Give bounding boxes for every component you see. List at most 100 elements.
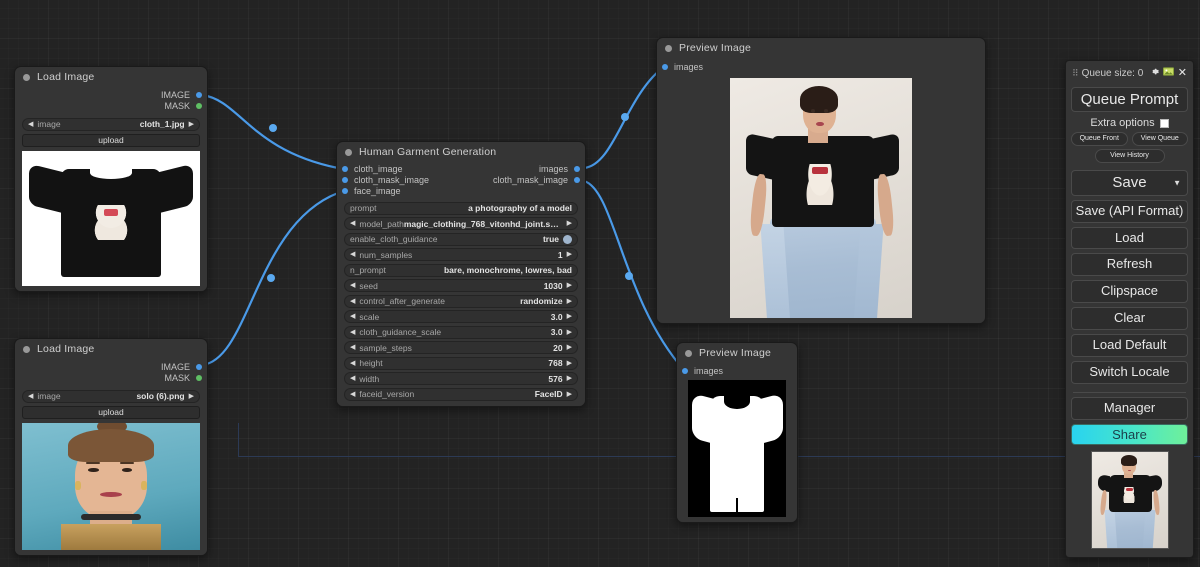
history-row[interactable]: View History — [1071, 149, 1188, 164]
chevron-left-icon[interactable]: ◀ — [350, 282, 355, 289]
chevron-left-icon[interactable]: ◀ — [28, 393, 33, 400]
node-title-bar[interactable]: Human Garment Generation — [337, 142, 585, 162]
slot-dot-icon[interactable] — [574, 177, 580, 183]
chevron-right-icon[interactable]: ▶ — [567, 298, 572, 305]
chevron-left-icon[interactable]: ◀ — [350, 298, 355, 305]
chevron-left-icon[interactable]: ◀ — [350, 344, 355, 351]
model-image-preview[interactable] — [730, 78, 912, 318]
widget-enable-cloth-guidance[interactable]: enable_cloth_guidance true — [344, 232, 578, 246]
chevron-left-icon[interactable]: ◀ — [350, 329, 355, 336]
chevron-left-icon[interactable]: ◀ — [350, 360, 355, 367]
extra-options-row[interactable]: Extra options — [1071, 117, 1188, 129]
slot-dot-icon[interactable] — [342, 166, 348, 172]
input-slot-cloth-image[interactable]: cloth_image — [342, 164, 403, 174]
comfy-menu-panel[interactable]: ⠿ Queue size: 0 ✕ Queue Prompt Extra opt… — [1065, 60, 1194, 559]
output-slot-mask[interactable]: MASK — [164, 373, 202, 383]
slot-dot-icon[interactable] — [342, 188, 348, 194]
output-slot-image[interactable]: IMAGE — [161, 362, 202, 372]
slot-dot-icon[interactable] — [342, 177, 348, 183]
node-title-bar[interactable]: Preview Image — [677, 343, 797, 363]
output-slot-mask[interactable]: MASK — [164, 101, 202, 111]
widget-model-path[interactable]: ◀ model_path magic_clothing_768_vitonhd_… — [344, 217, 578, 230]
chevron-right-icon[interactable]: ▶ — [567, 391, 572, 398]
chevron-right-icon[interactable]: ▶ — [567, 313, 572, 320]
image-icon[interactable] — [1162, 67, 1174, 79]
chevron-left-icon[interactable]: ◀ — [350, 251, 355, 258]
chevron-left-icon[interactable]: ◀ — [350, 220, 355, 227]
widget-scale[interactable]: ◀ scale 3.0 ▶ — [344, 310, 578, 323]
widget-width[interactable]: ◀ width 576 ▶ — [344, 372, 578, 385]
node-preview-image-mask[interactable]: Preview Image images — [676, 342, 798, 523]
mask-image-preview[interactable] — [688, 380, 786, 517]
output-slot-cloth-mask-image[interactable]: cloth_mask_image — [493, 175, 580, 185]
chevron-right-icon[interactable]: ▶ — [567, 375, 572, 382]
chevron-left-icon[interactable]: ◀ — [350, 375, 355, 382]
node-load-image-face[interactable]: Load Image IMAGE MASK ◀ image solo (6).p… — [14, 338, 208, 556]
slot-dot-icon[interactable] — [196, 103, 202, 109]
save-api-format-button[interactable]: Save (API Format) — [1071, 199, 1188, 223]
view-queue-button[interactable]: View Queue — [1131, 132, 1188, 147]
chevron-right-icon[interactable]: ▶ — [567, 344, 572, 351]
queue-actions-row[interactable]: Queue Front View Queue — [1071, 132, 1188, 147]
chevron-left-icon[interactable]: ◀ — [28, 121, 33, 128]
extra-options-checkbox[interactable] — [1159, 118, 1169, 128]
chevron-right-icon[interactable]: ▶ — [189, 121, 194, 128]
chevron-left-icon[interactable]: ◀ — [350, 391, 355, 398]
close-icon[interactable]: ✕ — [1178, 67, 1187, 79]
widget-control-after-generate[interactable]: ◀ control_after_generate randomize ▶ — [344, 294, 578, 308]
widget-n-prompt[interactable]: n_prompt bare, monochrome, lowres, bad — [344, 263, 578, 277]
upload-button[interactable]: upload — [22, 133, 200, 147]
chevron-down-icon[interactable]: ▼ — [1173, 178, 1181, 187]
load-default-button[interactable]: Load Default — [1071, 334, 1188, 358]
clear-button[interactable]: Clear — [1071, 307, 1188, 331]
chevron-right-icon[interactable]: ▶ — [567, 329, 572, 336]
panel-header[interactable]: ⠿ Queue size: 0 ✕ — [1071, 66, 1188, 83]
output-slot-images[interactable]: images — [539, 164, 580, 174]
slot-dot-icon[interactable] — [196, 92, 202, 98]
collapse-dot-icon[interactable] — [23, 345, 30, 353]
chevron-right-icon[interactable]: ▶ — [567, 282, 572, 289]
chevron-right-icon[interactable]: ▶ — [567, 360, 572, 367]
widget-image-combo[interactable]: ◀ image solo (6).png ▶ — [22, 389, 200, 403]
input-slot-cloth-mask-image[interactable]: cloth_mask_image — [342, 175, 429, 185]
widget-num-samples[interactable]: ◀ num_samples 1 ▶ — [344, 248, 578, 261]
node-preview-image-model[interactable]: Preview Image images — [656, 37, 986, 324]
slot-dot-icon[interactable] — [196, 364, 202, 370]
slot-dot-icon[interactable] — [662, 64, 668, 70]
queue-prompt-button[interactable]: Queue Prompt — [1071, 87, 1188, 113]
save-button[interactable]: Save ▼ — [1071, 170, 1188, 196]
toggle-knob-icon[interactable] — [563, 234, 572, 244]
chevron-right-icon[interactable]: ▶ — [567, 251, 572, 258]
gear-icon[interactable] — [1150, 67, 1159, 79]
input-slot-images[interactable]: images — [662, 62, 703, 72]
widget-image-combo[interactable]: ◀ image cloth_1.jpg ▶ — [22, 117, 200, 131]
widget-prompt[interactable]: prompt a photography of a model — [344, 201, 578, 215]
chevron-right-icon[interactable]: ▶ — [567, 220, 572, 227]
node-title-bar[interactable]: Preview Image — [657, 38, 985, 58]
node-human-garment-generation[interactable]: Human Garment Generation cloth_image ima… — [336, 141, 586, 407]
collapse-dot-icon[interactable] — [23, 73, 30, 81]
widget-faceid-version[interactable]: ◀ faceid_version FaceID ▶ — [344, 387, 578, 401]
input-slot-images[interactable]: images — [682, 366, 723, 376]
result-thumbnail[interactable] — [1090, 451, 1169, 550]
widget-seed[interactable]: ◀ seed 1030 ▶ — [344, 279, 578, 292]
node-load-image-cloth[interactable]: Load Image IMAGE MASK ◀ image cloth_1.jp… — [14, 66, 208, 292]
collapse-dot-icon[interactable] — [665, 44, 672, 52]
refresh-button[interactable]: Refresh — [1071, 253, 1188, 277]
upload-button[interactable]: upload — [22, 405, 200, 419]
node-title-bar[interactable]: Load Image — [15, 67, 207, 87]
clipspace-button[interactable]: Clipspace — [1071, 280, 1188, 304]
output-slot-image[interactable]: IMAGE — [161, 90, 202, 100]
graph-canvas[interactable]: Load Image IMAGE MASK ◀ image cloth_1.jp… — [0, 0, 1200, 567]
manager-button[interactable]: Manager — [1071, 397, 1188, 421]
switch-locale-button[interactable]: Switch Locale — [1071, 361, 1188, 385]
collapse-dot-icon[interactable] — [345, 148, 352, 156]
face-image-preview[interactable] — [22, 422, 200, 550]
header-icons[interactable]: ✕ — [1150, 67, 1187, 79]
view-history-button[interactable]: View History — [1094, 149, 1165, 164]
slot-dot-icon[interactable] — [196, 375, 202, 381]
drag-handle-icon[interactable]: ⠿ — [1072, 68, 1079, 79]
widget-height[interactable]: ◀ height 768 ▶ — [344, 356, 578, 370]
chevron-right-icon[interactable]: ▶ — [189, 393, 194, 400]
node-title-bar[interactable]: Load Image — [15, 339, 207, 359]
